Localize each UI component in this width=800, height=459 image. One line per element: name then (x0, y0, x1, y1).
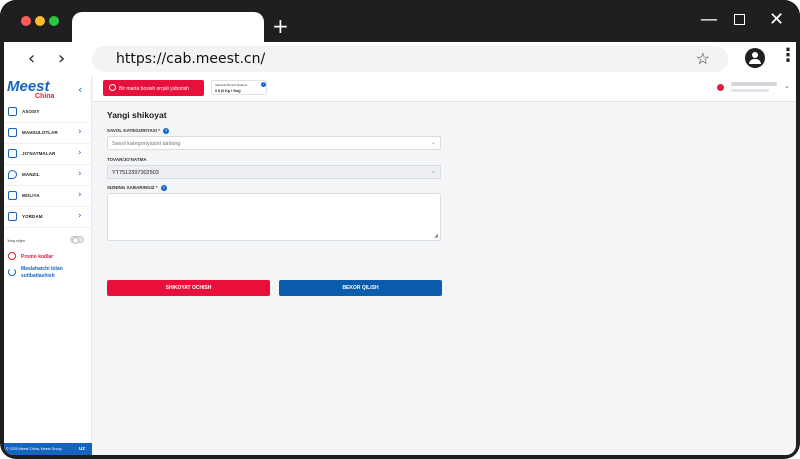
user-name-blurred[interactable] (731, 82, 777, 86)
close-window-dot[interactable] (21, 16, 31, 26)
consultant-chat-link[interactable]: Maslahatchi bilan suhbatlashish (21, 266, 81, 280)
balance-card: Vaksudb Bonish Balansi 0 $ (0 Kg / Yoq) … (211, 80, 267, 95)
browser-tab[interactable] (72, 12, 264, 42)
minimize-window-dot[interactable] (35, 16, 45, 26)
sidebar-footer: © 2025 Meest China, Meest Group UZ (4, 443, 92, 455)
chevron-right-icon: › (78, 127, 82, 137)
submit-complaint-button[interactable]: SHIKOYAT OCHISH (107, 280, 270, 296)
location-icon (8, 170, 17, 179)
tracking-value: YT7512397302503 (112, 170, 159, 176)
new-tab-button[interactable]: + (272, 13, 289, 39)
promo-codes-link[interactable]: Promo kodlar (21, 254, 53, 260)
tracking-label: TOVAR/JO'NATMA (107, 157, 147, 162)
sidebar-item-moliya[interactable]: MOLIYA › (4, 186, 92, 207)
category-select[interactable]: Savol kategoriyasini tanlang ⌄ (107, 136, 441, 150)
copyright-text: © 2025 Meest China, Meest Group (6, 447, 62, 451)
menu-kebab-icon[interactable]: ⋮ (779, 46, 797, 66)
one-click-label: Bir marta bosish orqali yuborish (119, 86, 190, 92)
sidebar-item-label: MANZIL (22, 172, 40, 177)
page-header: Bir marta bosish orqali yuborish Vaksudb… (93, 76, 796, 102)
browser-toolbar: ‹ › https://cab.meest.cn/ ☆ ⋮ (4, 42, 797, 76)
chevron-right-icon: › (78, 169, 82, 179)
box-icon (8, 149, 17, 158)
resize-grip-icon[interactable]: ◢ (434, 233, 438, 239)
user-avatar[interactable] (717, 84, 724, 91)
home-icon (8, 107, 17, 116)
tracking-select[interactable]: YT7512397302503 ⌄ (107, 165, 441, 179)
bag-icon (8, 128, 17, 137)
minimize-icon[interactable]: — (700, 9, 718, 30)
logo-main-text: Meest (7, 78, 50, 95)
chevron-right-icon: › (78, 148, 82, 158)
sidebar-item-label: YORDAM (22, 214, 43, 219)
category-placeholder: Savol kategoriyasini tanlang (112, 141, 181, 147)
maximize-window-dot[interactable] (49, 16, 59, 26)
category-label-text: SAVOL KATEGORIYASI * (107, 128, 160, 134)
message-label-text: SIZNING XABARINGIZ * (107, 185, 158, 191)
user-id-blurred (731, 89, 769, 92)
chevron-down-icon[interactable]: ⌄ (784, 82, 790, 90)
help-icon[interactable]: ? (163, 128, 170, 134)
back-button[interactable]: ‹ (28, 48, 35, 69)
browser-window: + — ✕ ‹ › https://cab.meest.cn/ ☆ ⋮ Mees… (0, 0, 800, 459)
sidebar: Meest China ‹ ASOSIY MAHSULOTLAR › JO'NA… (4, 76, 92, 455)
sidebar-item-label: MAHSULOTLAR (22, 130, 58, 135)
dark-mode-label: Yorq rejim (7, 238, 25, 243)
message-label: SIZNING XABARINGIZ * ? (107, 185, 167, 191)
url-text: https://cab.meest.cn/ (116, 51, 266, 67)
sidebar-item-label: ASOSIY (22, 109, 40, 114)
chevron-down-icon: ⌄ (430, 139, 436, 146)
sidebar-item-label: MOLIYA (22, 193, 40, 198)
chevron-right-icon: › (78, 211, 82, 221)
forward-button[interactable]: › (58, 48, 65, 69)
cancel-button[interactable]: BEKOR QILISH (279, 280, 442, 296)
chevron-down-icon: ⌄ (430, 168, 436, 175)
chevron-right-icon: › (78, 190, 82, 200)
balance-help-icon[interactable]: ? (261, 82, 266, 87)
page-viewport: Meest China ‹ ASOSIY MAHSULOTLAR › JO'NA… (4, 76, 796, 455)
language-switch[interactable]: UZ (79, 446, 85, 451)
one-click-icon (109, 84, 116, 91)
collapse-sidebar-icon[interactable]: ‹ (78, 83, 82, 96)
sidebar-item-yordam[interactable]: YORDAM › (4, 207, 92, 228)
message-textarea[interactable]: ◢ (107, 193, 441, 241)
maximize-icon[interactable] (734, 14, 745, 25)
category-label: SAVOL KATEGORIYASI * ? (107, 128, 170, 134)
sidebar-item-mahsulotlar[interactable]: MAHSULOTLAR › (4, 123, 92, 144)
refresh-chat-icon (8, 268, 16, 276)
dark-mode-toggle[interactable] (70, 236, 84, 244)
profile-icon[interactable] (745, 48, 765, 68)
promo-icon (8, 252, 16, 260)
logo-sub-text: China (35, 93, 55, 100)
close-icon[interactable]: ✕ (769, 9, 784, 30)
page-title: Yangi shikoyat (107, 110, 167, 120)
sidebar-item-label: JO'NATMALAR (22, 151, 56, 156)
sidebar-item-jonatmalar[interactable]: JO'NATMALAR › (4, 144, 92, 165)
balance-value: 0 $ (0 Kg / Yoq) (215, 89, 241, 93)
browser-titlebar: + — ✕ (0, 0, 800, 42)
meest-logo[interactable]: Meest China (7, 79, 67, 101)
chat-icon (8, 212, 17, 221)
address-bar[interactable]: https://cab.meest.cn/ ☆ (92, 46, 728, 72)
sidebar-item-asosiy[interactable]: ASOSIY (4, 102, 92, 123)
wallet-icon (8, 191, 17, 200)
one-click-send-button[interactable]: Bir marta bosish orqali yuborish (103, 80, 204, 96)
balance-label: Vaksudb Bonish Balansi (215, 83, 248, 87)
bookmark-star-icon[interactable]: ☆ (696, 49, 710, 69)
help-icon[interactable]: ? (160, 185, 167, 191)
sidebar-item-manzil[interactable]: MANZIL › (4, 165, 92, 186)
